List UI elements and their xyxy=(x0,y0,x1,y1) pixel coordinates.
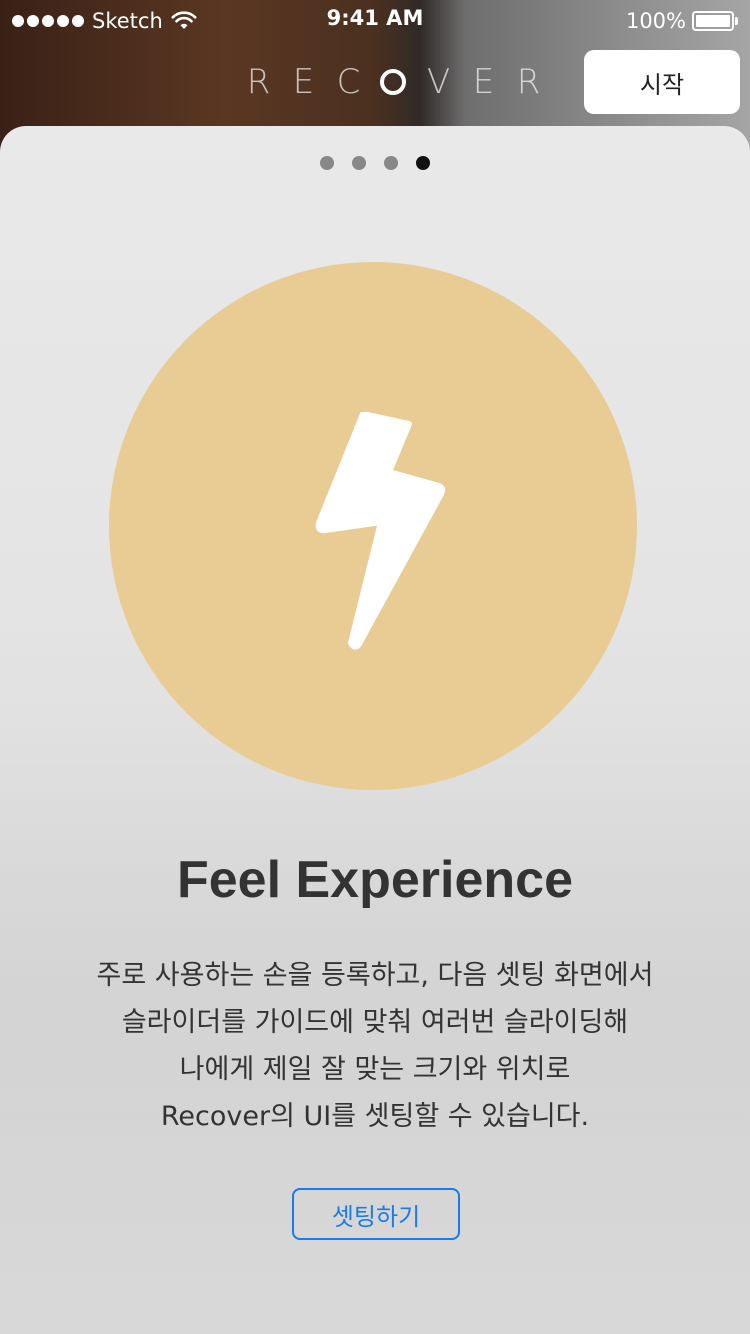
app-screen: Sketch 9:41 AM 100% R E C V E R 시작 Feel … xyxy=(0,0,750,1334)
logo-letter: R xyxy=(246,62,271,102)
logo-o-ring xyxy=(380,69,406,95)
page-dot[interactable] xyxy=(384,156,398,170)
feature-icon-circle xyxy=(109,262,637,790)
setup-button[interactable]: 셋팅하기 xyxy=(292,1188,460,1240)
logo-letter: V xyxy=(426,62,451,102)
description-line: 주로 사용하는 손을 등록하고, 다음 셋팅 화면에서 xyxy=(96,960,654,991)
app-logo: R E C V E R xyxy=(236,60,551,104)
logo-letter: R xyxy=(516,62,541,102)
status-bar: Sketch 9:41 AM 100% xyxy=(0,0,750,40)
onboarding-card: Feel Experience 주로 사용하는 손을 등록하고, 다음 셋팅 화… xyxy=(0,126,750,1334)
logo-letter: C xyxy=(336,62,361,102)
feature-title: Feel Experience xyxy=(177,851,573,909)
feature-description: 주로 사용하는 손을 등록하고, 다음 셋팅 화면에서 슬라이더를 가이드에 맞… xyxy=(40,952,710,1140)
description-line: 슬라이더를 가이드에 맞춰 여러번 슬라이딩해 xyxy=(121,1007,629,1038)
description-line: 나에게 제일 잘 맞는 크기와 위치로 xyxy=(179,1054,571,1085)
logo-letter: E xyxy=(292,62,315,102)
battery-percentage: 100% xyxy=(625,9,686,33)
page-dot[interactable] xyxy=(320,156,334,170)
page-dot[interactable] xyxy=(352,156,366,170)
battery-icon xyxy=(692,11,738,31)
start-button[interactable]: 시작 xyxy=(584,50,740,114)
page-indicator[interactable] xyxy=(0,156,750,170)
lightning-icon xyxy=(315,412,446,650)
logo-letter: E xyxy=(472,62,495,102)
status-right: 100% xyxy=(626,7,738,35)
page-dot-active[interactable] xyxy=(416,156,430,170)
description-line: Recover의 UI를 셋팅할 수 있습니다. xyxy=(160,1101,590,1132)
